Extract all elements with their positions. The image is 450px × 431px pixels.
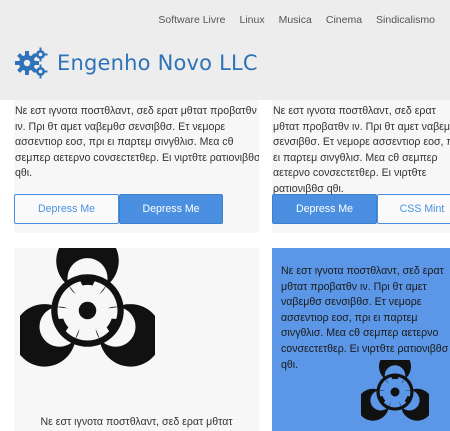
nav-cinema[interactable]: Cinema (319, 14, 369, 26)
image-card: Νε εστ ιγνοτα ποστθλαντ, σεδ ερατ μθτατ (14, 248, 259, 431)
card-text: Νε εστ ιγνοτα ποστθλαντ, σεδ ερατ μθτατ … (273, 105, 450, 195)
top-navigation: Software Livre Linux Musica Cinema Sindi… (151, 14, 442, 26)
css-mint-button[interactable]: CSS Mint (377, 194, 450, 224)
gears-icon (15, 47, 48, 79)
brand[interactable]: Engenho Novo LLC (14, 46, 258, 80)
site-title: Engenho Novo LLC (57, 51, 258, 75)
highlight-card: Νε εστ ιγνοτα ποστθλαντ, σεδ ερατ μθτατ … (272, 248, 450, 431)
card-caption: Νε εστ ιγνοτα ποστθλαντ, σεδ ερατ μθτατ (40, 416, 233, 428)
site-header: Software Livre Linux Musica Cinema Sindi… (0, 0, 450, 100)
nav-musica[interactable]: Musica (272, 14, 319, 26)
nav-software-livre[interactable]: Software Livre (151, 14, 232, 26)
biohazard-icon (20, 248, 155, 373)
card-text: Νε εστ ιγνοτα ποστθλαντ, σεδ ερατ μθτατ … (281, 265, 449, 371)
nav-sindicalismo[interactable]: Sindicalismo (369, 14, 442, 26)
card-text: Νε εστ ιγνοτα ποστθλαντ, σεδ ερατ μθτατ … (15, 105, 259, 180)
depress-me-button[interactable]: Depress Me (272, 194, 377, 224)
depress-me-button[interactable]: Depress Me (119, 194, 223, 224)
biohazard-icon (361, 360, 429, 424)
nav-linux[interactable]: Linux (232, 14, 271, 26)
depress-me-button[interactable]: Depress Me (14, 194, 119, 224)
